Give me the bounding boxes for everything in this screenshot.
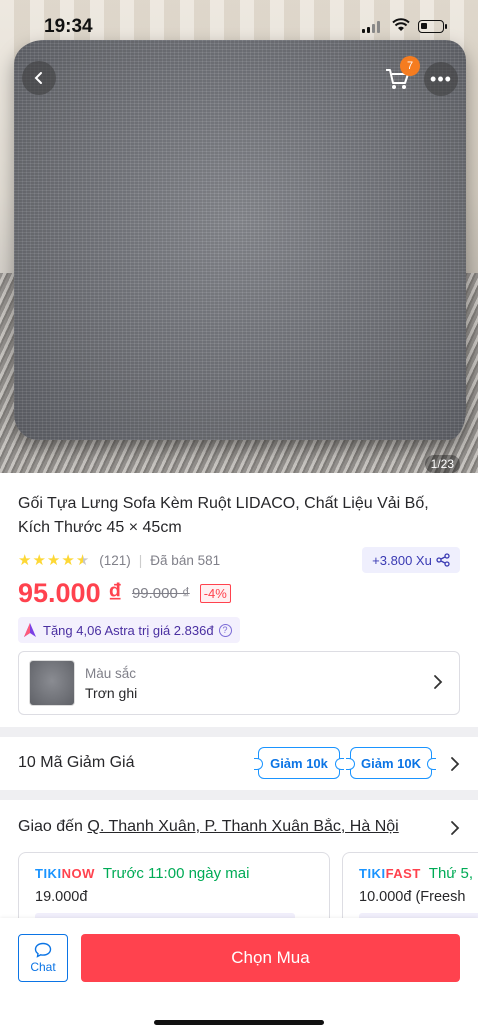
back-button[interactable] [22,61,56,95]
bottom-action-bar: Chat Chọn Mua [0,918,478,1034]
variant-selector[interactable]: Màu sắc Trơn ghi [18,651,460,715]
delivery-prefix: Giao đến [18,818,88,835]
rating-row[interactable]: ★ ★ ★ ★ ★ (121) | Đã bán 581 [18,549,220,571]
cellular-signal-icon [362,21,380,33]
star-icon: ★ [46,551,61,569]
sold-count: Đã bán 581 [150,552,221,568]
rating-stars: ★ ★ ★ ★ ★ [18,553,89,568]
current-price: 95.000 ₫ [18,577,122,608]
shipping-eta: Thứ 5, n [428,865,478,882]
info-icon[interactable]: ? [218,623,232,637]
wifi-icon [392,17,410,37]
review-count: (121) [99,552,131,568]
shipping-brand: TIKINOW [35,866,95,881]
separator: | [138,552,143,568]
home-indicator [154,1020,324,1025]
chat-icon [34,942,52,958]
astra-icon [24,623,36,637]
chat-label: Chat [30,960,56,974]
variant-label: Màu sắc [85,666,137,681]
status-bar: 19:34 [0,14,478,42]
share-icon [436,553,450,567]
star-icon: ★ [18,551,32,569]
section-divider [0,727,478,737]
xu-label: +3.800 Xu [372,552,432,568]
cart-count-badge: 7 [400,56,420,76]
ellipsis-icon: ••• [430,69,452,89]
shipping-brand: TIKIFAST [359,866,421,881]
shipping-fee: 10.000đ (Freesh [359,889,466,905]
shipping-fee: 19.000đ [35,889,88,905]
star-icon: ★ [32,551,46,569]
battery-icon [418,20,447,33]
section-divider [0,790,478,800]
image-counter: 1/23 [424,455,460,473]
discount-badge: -4% [199,583,231,603]
chat-button[interactable]: Chat [18,934,68,982]
original-price: 99.000 ₫ [131,584,190,602]
coupon-row[interactable]: 10 Mã Giảm Giá Giảm 10k Giảm 10K [0,737,478,791]
chevron-right-icon [451,821,460,835]
variant-value: Trơn ghi [85,685,138,701]
shipping-eta: Trước 11:00 ngày mai [102,865,250,882]
chevron-left-icon [34,72,42,84]
product-image-pillow [14,40,466,440]
share-xu-button[interactable]: +3.800 Xu [362,547,460,573]
half-star-icon: ★ [75,551,90,569]
star-icon: ★ [61,551,75,569]
more-options-button[interactable]: ••• [424,62,458,96]
chevron-right-icon [434,675,443,689]
coupon-tag[interactable]: Giảm 10K [346,747,436,779]
status-time: 19:34 [44,16,93,37]
variant-thumbnail [29,660,75,706]
astra-reward[interactable]: Tặng 4,06 Astra trị giá 2.836đ ? [18,617,240,643]
price-row: 95.000 ₫ 99.000 ₫ -4% [18,575,231,611]
product-title: Gối Tựa Lưng Sofa Kèm Ruột LIDACO, Chất … [18,495,429,536]
coupon-tag[interactable]: Giảm 10k [254,747,344,779]
delivery-address-link[interactable]: Q. Thanh Xuân, P. Thanh Xuân Bắc, Hà Nội [87,818,398,835]
astra-label: Tặng 4,06 Astra trị giá 2.836đ [43,622,214,638]
delivery-address[interactable]: Giao đến Q. Thanh Xuân, P. Thanh Xuân Bắ… [18,818,464,836]
coupon-title: 10 Mã Giảm Giá [18,754,135,771]
chevron-right-icon [451,757,460,771]
buy-button[interactable]: Chọn Mua [81,934,460,982]
